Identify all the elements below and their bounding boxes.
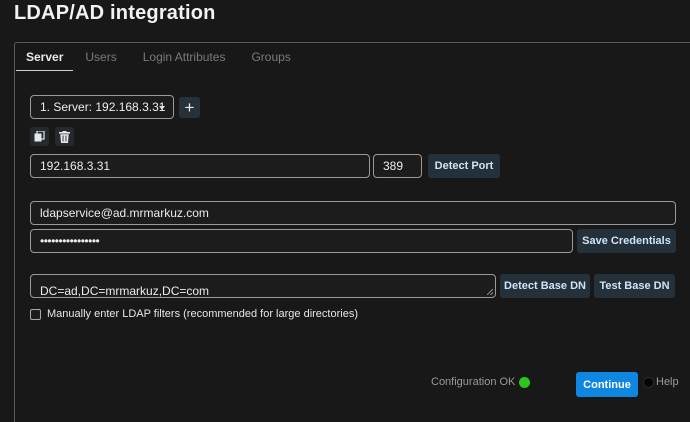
continue-button[interactable]: Continue xyxy=(576,372,638,397)
manual-filters-option[interactable]: Manually enter LDAP filters (recommended… xyxy=(30,308,358,320)
trash-icon xyxy=(59,130,70,143)
help-link[interactable]: Help xyxy=(643,376,679,388)
server-select[interactable]: 1. Server: 192.168.3.31 xyxy=(30,95,174,119)
help-label: Help xyxy=(656,376,679,388)
add-server-button[interactable]: + xyxy=(179,97,200,118)
configuration-status-text: Configuration OK xyxy=(431,376,516,388)
detect-base-dn-button[interactable]: Detect Base DN xyxy=(500,274,590,298)
test-base-dn-button[interactable]: Test Base DN xyxy=(594,274,675,298)
tab-users[interactable]: Users xyxy=(75,50,126,71)
port-field[interactable]: 389 xyxy=(373,154,422,178)
status-ok-icon xyxy=(519,376,531,388)
server-select-value: 1. Server: 192.168.3.31 xyxy=(40,100,166,114)
tab-server[interactable]: Server xyxy=(16,50,74,71)
tab-bar: Server Users Login Attributes Groups xyxy=(16,50,305,71)
page-title: LDAP/AD integration xyxy=(14,2,216,24)
resize-grip-icon[interactable] xyxy=(487,289,493,295)
base-dn-value: DC=ad,DC=mrmarkuz,DC=com xyxy=(40,284,210,298)
chevron-down-icon xyxy=(159,106,165,110)
copy-server-button[interactable] xyxy=(30,127,49,146)
tab-groups[interactable]: Groups xyxy=(241,50,300,71)
configuration-status: Configuration OK xyxy=(431,376,531,388)
manual-filters-checkbox[interactable] xyxy=(30,308,41,320)
help-icon xyxy=(643,376,654,388)
base-dn-field[interactable]: DC=ad,DC=mrmarkuz,DC=com xyxy=(30,274,496,298)
host-field[interactable]: 192.168.3.31 xyxy=(30,154,370,178)
save-credentials-button[interactable]: Save Credentials xyxy=(577,229,676,253)
delete-server-button[interactable] xyxy=(55,127,74,146)
bind-password-field[interactable]: •••••••••••••••• xyxy=(30,229,573,253)
bind-user-field[interactable]: ldapservice@ad.mrmarkuz.com xyxy=(30,201,676,225)
tab-login-attributes[interactable]: Login Attributes xyxy=(133,50,236,71)
manual-filters-label: Manually enter LDAP filters (recommended… xyxy=(47,308,358,320)
copy-icon xyxy=(34,131,45,142)
plus-icon: + xyxy=(184,98,195,117)
detect-port-button[interactable]: Detect Port xyxy=(428,154,500,178)
